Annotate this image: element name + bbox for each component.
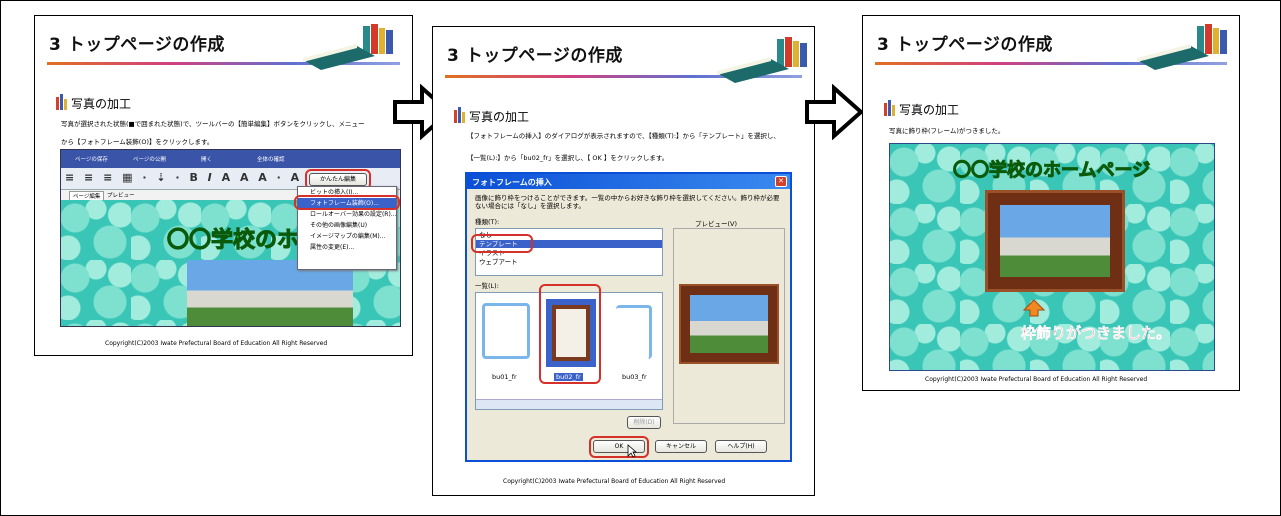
- highlight-template: [471, 234, 533, 253]
- framed-photo: [985, 190, 1125, 292]
- list-label: 一覧(L):: [475, 282, 499, 290]
- pencil-icon: [56, 94, 67, 110]
- books-icon: [1137, 24, 1227, 70]
- close-icon[interactable]: ✕: [775, 176, 787, 187]
- school-photo: [187, 260, 353, 326]
- instruction-line-2: から【フォトフレーム装飾(O)】をクリックします。: [61, 138, 214, 146]
- cancel-button[interactable]: キャンセル: [655, 440, 707, 453]
- menu-item-properties[interactable]: 属性の変更(E)...: [298, 242, 396, 253]
- section-heading: 写真の加工: [899, 103, 960, 117]
- tab-preview[interactable]: プレビュー: [107, 191, 135, 199]
- horizontal-scrollbar[interactable]: [476, 399, 662, 409]
- slide-title: 3 トップページの作成: [447, 46, 623, 66]
- school-title: 〇〇学校のホームページ: [952, 160, 1151, 182]
- mouse-cursor-icon: [627, 444, 637, 458]
- slide-3: 3 トップページの作成 写真の加工 写真に飾り枠(フレーム)がつきました。 〇〇…: [862, 15, 1240, 391]
- instruction-line-1: 【フォトフレームの挿入】のダイアログが表示されますので、【種類(T):】から「テ…: [467, 132, 780, 140]
- instruction-line-1: 写真に飾り枠(フレーム)がつきました。: [889, 127, 1005, 135]
- slide-1: 3 トップページの作成 写真の加工 写真が選択された状態(■で囲まれた状態)で、…: [34, 15, 413, 356]
- delete-button[interactable]: 削除(D): [627, 416, 661, 429]
- menu-item-other-edit[interactable]: その他の画像編集(U): [298, 220, 396, 231]
- editor-screenshot: ページの保存 ページの公開 開く 全体の確認 ≡ ≡ ≡ ▦ · ⇣ · B I…: [60, 149, 401, 327]
- frame-name-bu03: bu03_fr: [622, 373, 647, 381]
- caption: 枠飾りがつきました。: [1021, 324, 1172, 342]
- dialog-description: 画像に飾り枠をつけることができます。一覧の中からお好きな飾り枠を選択してください…: [475, 194, 780, 211]
- school-title: 〇〇学校のホ: [166, 228, 300, 254]
- pencil-icon: [454, 107, 465, 123]
- instruction-line-2: 【一覧(L):】から「bu02_fr」を選択し、【 OK 】をクリックします。: [467, 154, 669, 162]
- arrow-right-icon: [805, 84, 864, 140]
- preview-label: プレビュー(V): [695, 220, 738, 228]
- preview-frame: [679, 284, 779, 364]
- kind-label: 種類(T):: [475, 218, 500, 226]
- frame-name-bu01: bu01_fr: [492, 373, 517, 381]
- nav-item-open[interactable]: 開く: [201, 155, 212, 163]
- photoframe-dialog: フォトフレームの挿入 ✕ 画像に飾り枠をつけることができます。一覧の中からお好き…: [465, 172, 792, 462]
- help-button[interactable]: ヘルプ(H): [715, 440, 767, 453]
- nav-item-save[interactable]: ページの保存: [75, 155, 108, 163]
- menu-item-rollover[interactable]: ロールオーバー効果の設定(R)...: [298, 209, 397, 220]
- copyright: Copyright(C)2003 Iwate Prefectural Board…: [503, 478, 726, 485]
- school-photo: [1000, 205, 1110, 277]
- books-icon: [717, 37, 807, 83]
- kind-option-webart[interactable]: ウェブアート: [479, 258, 518, 266]
- menu-item-imagemap[interactable]: イメージマップの編集(M)...: [298, 231, 396, 242]
- highlight-bu02: [539, 284, 601, 384]
- highlight-ok: [589, 436, 649, 458]
- copyright: Copyright(C)2003 Iwate Prefectural Board…: [105, 340, 328, 347]
- slide-title: 3 トップページの作成: [49, 35, 225, 55]
- nav-item-check[interactable]: 全体の確認: [257, 155, 285, 163]
- nav-item-publish[interactable]: ページの公開: [133, 155, 166, 163]
- slide-title: 3 トップページの作成: [877, 35, 1053, 55]
- preview-photo: [690, 295, 768, 353]
- books-icon: [303, 24, 393, 70]
- dialog-titlebar: フォトフレームの挿入 ✕: [467, 174, 790, 189]
- toolbar-format-icons[interactable]: ≡ ≡ ≡ ▦ · ⇣ · B I A A A · A e: [65, 171, 319, 184]
- section-heading: 写真の加工: [71, 97, 132, 111]
- frame-thumb-bu03[interactable]: [616, 305, 652, 359]
- pencil-icon: [884, 100, 895, 116]
- frame-thumb-bu01[interactable]: [482, 303, 530, 359]
- slide-2: 3 トップページの作成 写真の加工 【フォトフレームの挿入】のダイアログが表示さ…: [432, 26, 815, 496]
- copyright: Copyright(C)2003 Iwate Prefectural Board…: [925, 376, 1148, 383]
- up-arrow-icon: [1023, 299, 1045, 317]
- highlight-photoframe: [294, 195, 400, 210]
- instruction-line-1: 写真が選択された状態(■で囲まれた状態)で、ツールバーの【簡単編集】ボタンをクリ…: [61, 120, 365, 128]
- section-heading: 写真の加工: [469, 110, 530, 124]
- nav-bar: ページの保存 ページの公開 開く 全体の確認: [61, 150, 400, 168]
